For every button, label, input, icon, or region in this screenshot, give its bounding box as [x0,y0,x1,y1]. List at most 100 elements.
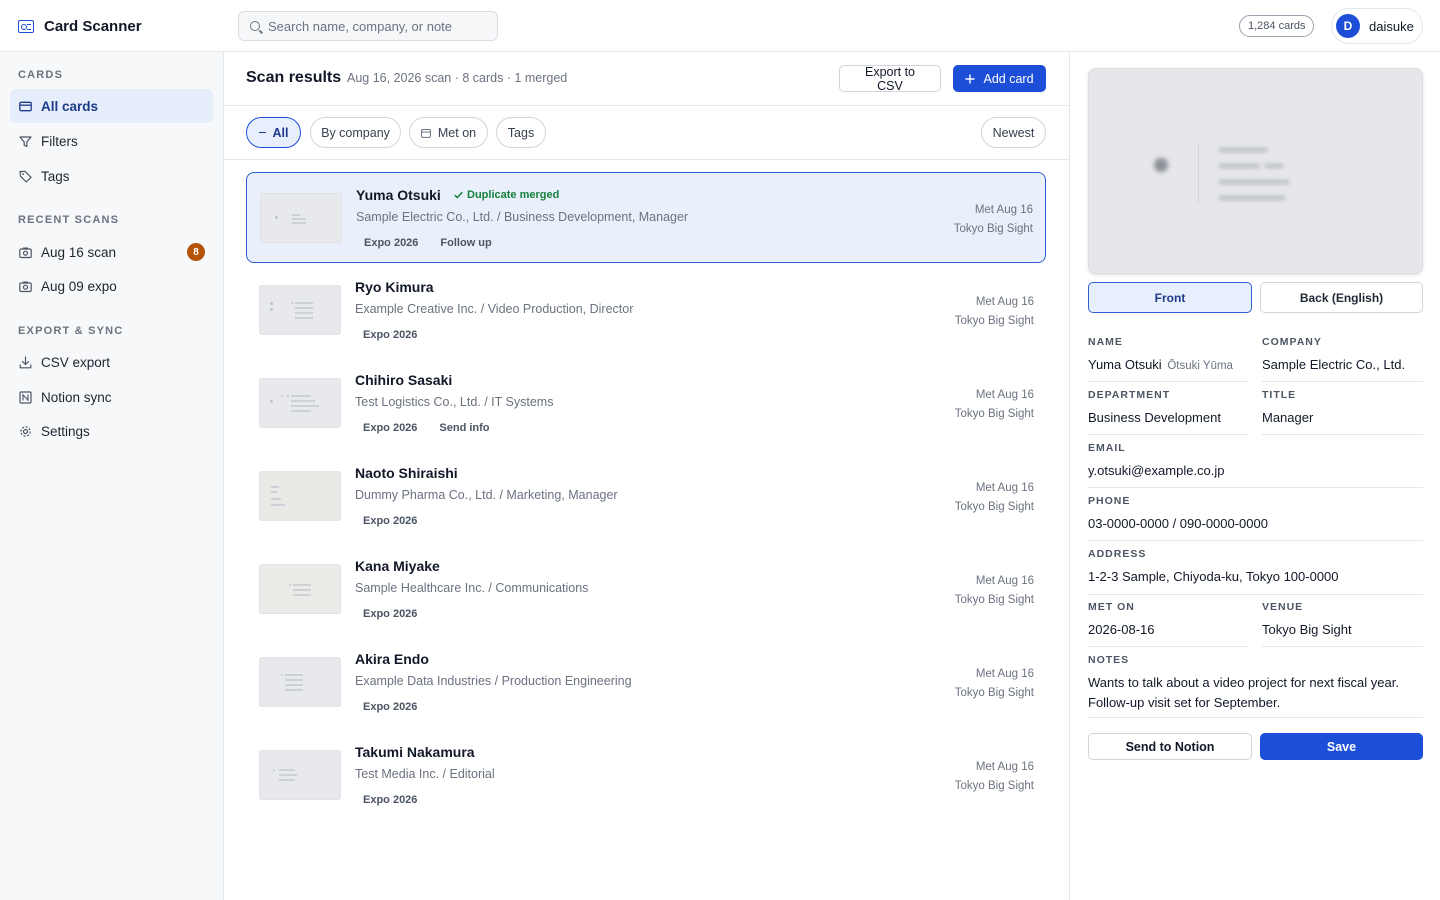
user-name: daisuke [1369,18,1414,34]
sidebar-item-settings[interactable]: Settings [10,414,213,448]
filter-chips: All By company Met on Tags Newest [224,106,1069,160]
met-info: Met Aug 16 Tokyo Big Sight [955,758,1034,796]
met-venue: Tokyo Big Sight [954,780,1034,792]
field-label: EMAIL [1088,442,1126,454]
tag[interactable]: Send info [431,419,497,437]
met-venue: Tokyo Big Sight [954,594,1034,606]
field-label: PHONE [1088,495,1131,507]
tag[interactable]: Expo 2026 [355,698,425,716]
minus-icon [258,131,266,134]
met-info: Met Aug 16 Tokyo Big Sight [955,572,1034,610]
search-input[interactable] [268,18,478,34]
field-label: COMPANY [1262,336,1322,348]
sidebar-item-aug-09-expo[interactable]: Aug 09 expo [10,269,213,303]
field-value: Wants to talk about a video project for … [1088,675,1399,710]
met-info: Met Aug 16 Tokyo Big Sight [954,201,1033,239]
field-company[interactable]: COMPANY Sample Electric Co., Ltd. [1262,336,1423,382]
tab-front[interactable]: Front [1088,282,1252,313]
field-value: Yuma Otsuki Ōtsuki Yūma [1088,355,1249,376]
contact-name: Takumi Nakamura [355,744,475,760]
contact-name: Naoto Shiraishi [355,465,458,481]
card-row[interactable]: Chihiro Sasaki Test Logistics Co., Ltd. … [246,358,1046,449]
detail-panel: Front Back (English) NAME Yuma Otsuki Ōt… [1069,52,1440,900]
sidebar-item-csv-export[interactable]: CSV export [10,345,213,379]
met-date: Met Aug 16 [975,389,1034,401]
sidebar-item-all-cards[interactable]: All cards [10,89,213,123]
met-date: Met Aug 16 [974,204,1033,216]
tag[interactable]: Expo 2026 [355,326,425,344]
card-row[interactable]: Yuma Otsuki Duplicate merged Sample Elec… [246,172,1046,263]
field-label: TITLE [1262,389,1297,401]
brand[interactable]: Card Scanner [18,0,142,52]
sort-dropdown[interactable]: Newest [981,117,1046,148]
add-card-button[interactable]: Add card [953,65,1046,92]
field-value: Business Development [1088,410,1221,425]
sidebar-section-recent-scans: RECENT SCANS [18,214,120,226]
field-name[interactable]: NAME Yuma Otsuki Ōtsuki Yūma [1088,336,1249,382]
field-phone[interactable]: PHONE 03-0000-0000 / 090-0000-0000 [1088,495,1423,541]
send-to-notion-button[interactable]: Send to Notion [1088,733,1252,760]
sidebar-item-aug-16-scan[interactable]: Aug 16 scan 8 [10,235,213,269]
field-notes[interactable]: NOTES Wants to talk about a video projec… [1088,654,1423,718]
contact-company: Sample Electric Co., Ltd. / Business Dev… [356,210,689,224]
tag[interactable]: Follow up [432,234,499,252]
field-venue[interactable]: VENUE Tokyo Big Sight [1262,601,1423,647]
sidebar-item-notion-sync[interactable]: Notion sync [10,380,213,414]
user-menu[interactable]: D daisuke [1331,8,1423,44]
card-text-blur [1218,195,1286,201]
card-text-blur [1218,147,1268,153]
card-row[interactable]: Ryo Kimura Example Creative Inc. / Video… [246,265,1046,356]
check-icon [454,191,463,199]
results-header: Scan results Aug 16, 2026 scan · 8 cards… [224,52,1069,106]
card-row[interactable]: Kana Miyake Sample Healthcare Inc. / Com… [246,544,1046,635]
met-info: Met Aug 16 Tokyo Big Sight [955,665,1034,703]
save-button[interactable]: Save [1260,733,1423,760]
filter-chip-by-company[interactable]: By company [310,117,401,148]
sidebar-item-tags[interactable]: Tags [10,159,213,193]
contact-company: Test Logistics Co., Ltd. / IT Systems [355,395,554,409]
duplicate-badge: Duplicate merged [454,189,559,201]
name-value: Yuma Otsuki [1088,357,1162,372]
field-value: 1-2-3 Sample, Chiyoda-ku, Tokyo 100-0000 [1088,569,1339,584]
search-box[interactable] [238,11,498,41]
field-department[interactable]: DEPARTMENT Business Development [1088,389,1249,435]
sidebar-item-filters[interactable]: Filters [10,124,213,158]
export-csv-button[interactable]: Export to CSV [839,65,941,93]
sidebar-item-label: All cards [41,98,99,114]
scan-count-badge: 8 [187,243,205,261]
card-thumbnail [259,564,341,614]
app-title: Card Scanner [44,17,142,35]
filter-chip-all[interactable]: All [246,117,301,148]
card-divider [1198,144,1199,202]
contact-company: Example Creative Inc. / Video Production… [355,302,634,316]
field-label: DEPARTMENT [1088,389,1171,401]
card-text-blur [1264,163,1284,169]
card-preview-image[interactable] [1088,68,1423,274]
field-value: 03-0000-0000 / 090-0000-0000 [1088,516,1268,531]
field-address[interactable]: ADDRESS 1-2-3 Sample, Chiyoda-ku, Tokyo … [1088,548,1423,595]
card-count-badge: 1,284 cards [1239,15,1315,37]
tag[interactable]: Expo 2026 [356,234,426,252]
tag[interactable]: Expo 2026 [355,791,425,809]
field-met-on[interactable]: MET ON 2026-08-16 [1088,601,1249,647]
field-email[interactable]: EMAIL y.otsuki@example.co.jp [1088,442,1423,488]
card-row[interactable]: Takumi Nakamura Test Media Inc. / Editor… [246,730,1046,821]
field-value: 2026-08-16 [1088,622,1155,637]
calendar-icon [420,128,431,138]
tab-back-english[interactable]: Back (English) [1260,282,1423,313]
tag[interactable]: Expo 2026 [355,512,425,530]
tag-list: Expo 2026 [355,791,425,809]
tag[interactable]: Expo 2026 [355,605,425,623]
filter-chip-tags[interactable]: Tags [496,117,546,148]
tag[interactable]: Expo 2026 [355,419,425,437]
add-card-label: Add card [983,71,1034,86]
contact-company: Sample Healthcare Inc. / Communications [355,581,589,595]
card-row[interactable]: Akira Endo Example Data Industries / Pro… [246,637,1046,728]
sidebar-section-cards: CARDS [18,69,64,81]
card-row[interactable]: Naoto Shiraishi Dummy Pharma Co., Ltd. /… [246,451,1046,542]
tag-list: Expo 2026 Follow up [356,234,500,252]
tag-list: Expo 2026 [355,605,425,623]
field-title[interactable]: TITLE Manager [1262,389,1423,435]
contact-name: Chihiro Sasaki [355,372,453,388]
filter-chip-met-on[interactable]: Met on [409,117,488,148]
